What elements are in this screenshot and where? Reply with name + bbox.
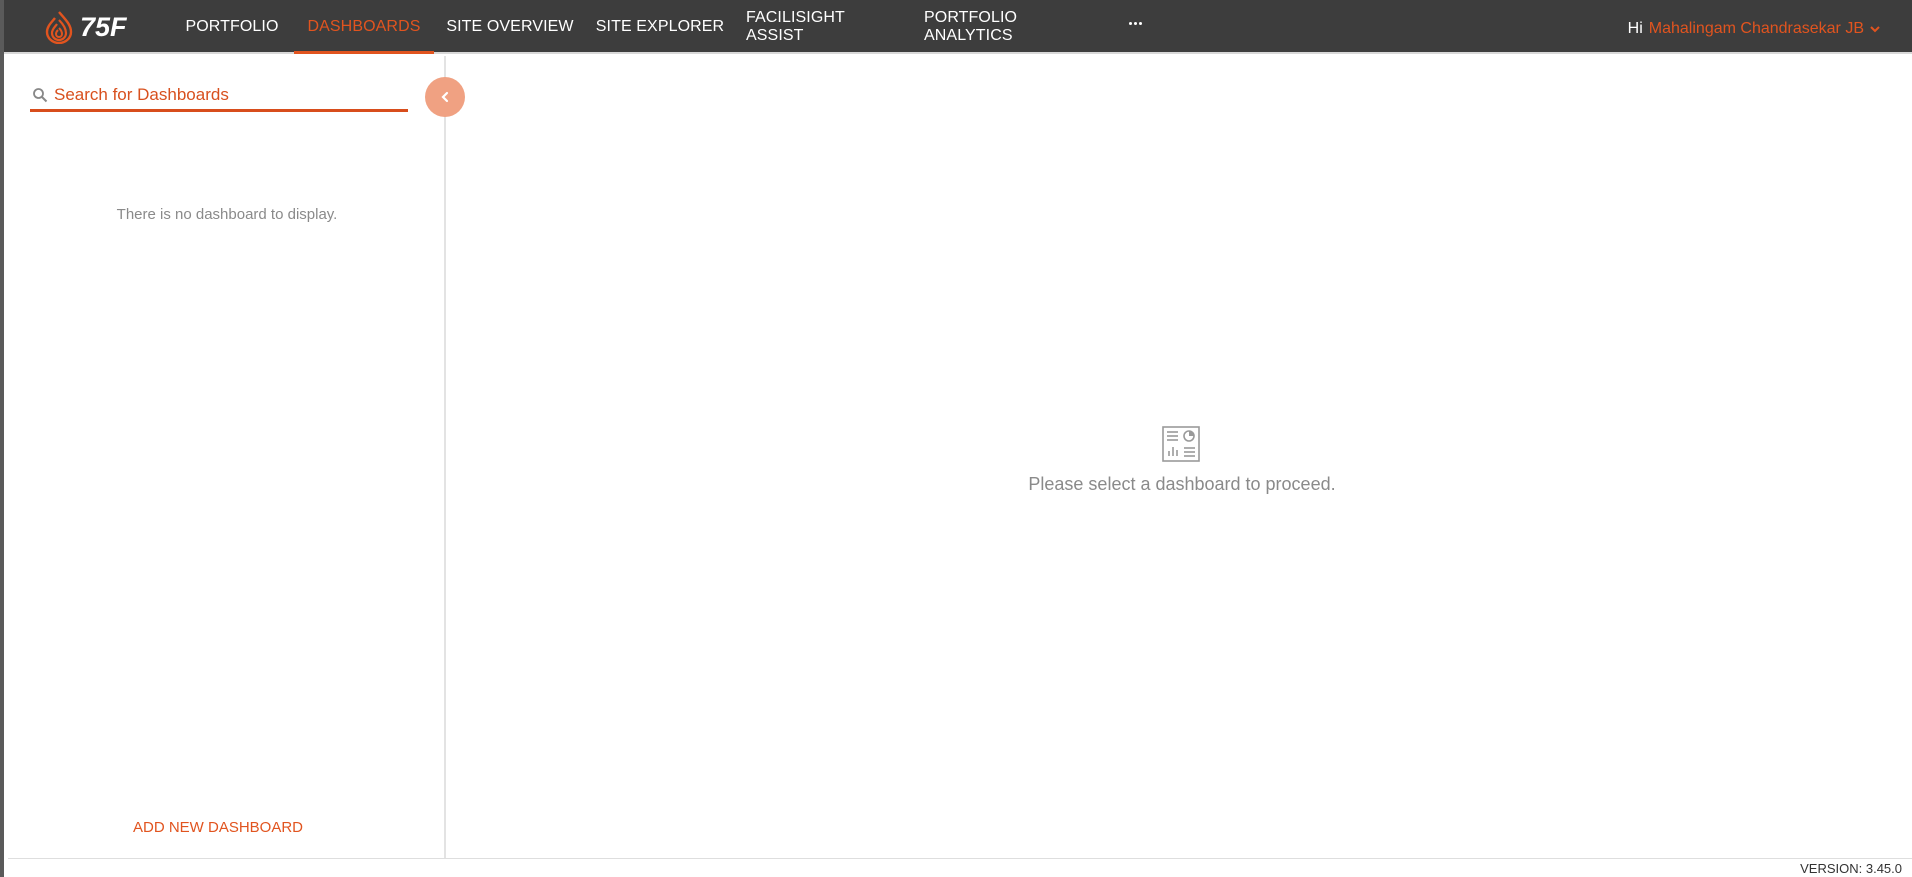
- dashboard-search-input[interactable]: [54, 80, 394, 109]
- nav-item-dashboards[interactable]: DASHBOARDS: [294, 0, 434, 54]
- footer-bar: VERSION: 3.45.0: [8, 858, 1912, 877]
- user-menu[interactable]: Hi Mahalingam Chandrasekar JB: [1628, 0, 1880, 58]
- top-nav-bar: 75F PORTFOLIO DASHBOARDS SITE OVERVIEW S…: [4, 0, 1912, 54]
- logo-flame-icon: [45, 11, 73, 44]
- nav-item-site-explorer[interactable]: SITE EXPLORER: [594, 0, 726, 54]
- search-icon: [33, 87, 48, 102]
- chevron-down-icon[interactable]: [1870, 24, 1880, 34]
- logo-text: 75F: [80, 11, 127, 42]
- add-new-dashboard-button[interactable]: ADD NEW DASHBOARD: [8, 819, 428, 836]
- nav-item-portfolio-analytics[interactable]: PORTFOLIO ANALYTICS: [924, 0, 1108, 54]
- dashboard-search: [30, 80, 408, 112]
- app-version: VERSION: 3.45.0: [1800, 861, 1902, 876]
- app-frame: 75F PORTFOLIO DASHBOARDS SITE OVERVIEW S…: [0, 0, 1912, 877]
- user-greeting: Hi: [1627, 20, 1643, 37]
- user-name[interactable]: Mahalingam Chandrasekar JB: [1649, 20, 1864, 38]
- brand-logo[interactable]: 75F: [44, 10, 127, 44]
- no-dashboard-message: There is no dashboard to display.: [116, 206, 338, 223]
- dashboard-sidebar: There is no dashboard to display. ADD NE…: [8, 56, 446, 858]
- nav-item-facilisight-assist[interactable]: FACILISIGHT ASSIST: [746, 0, 902, 54]
- nav-item-portfolio[interactable]: PORTFOLIO: [176, 0, 288, 54]
- select-dashboard-message: Please select a dashboard to proceed.: [1028, 474, 1336, 494]
- nav-item-site-overview[interactable]: SITE OVERVIEW: [444, 0, 576, 54]
- dashboard-icon: [1162, 426, 1200, 462]
- more-menu-ellipsis-icon[interactable]: [1126, 16, 1144, 30]
